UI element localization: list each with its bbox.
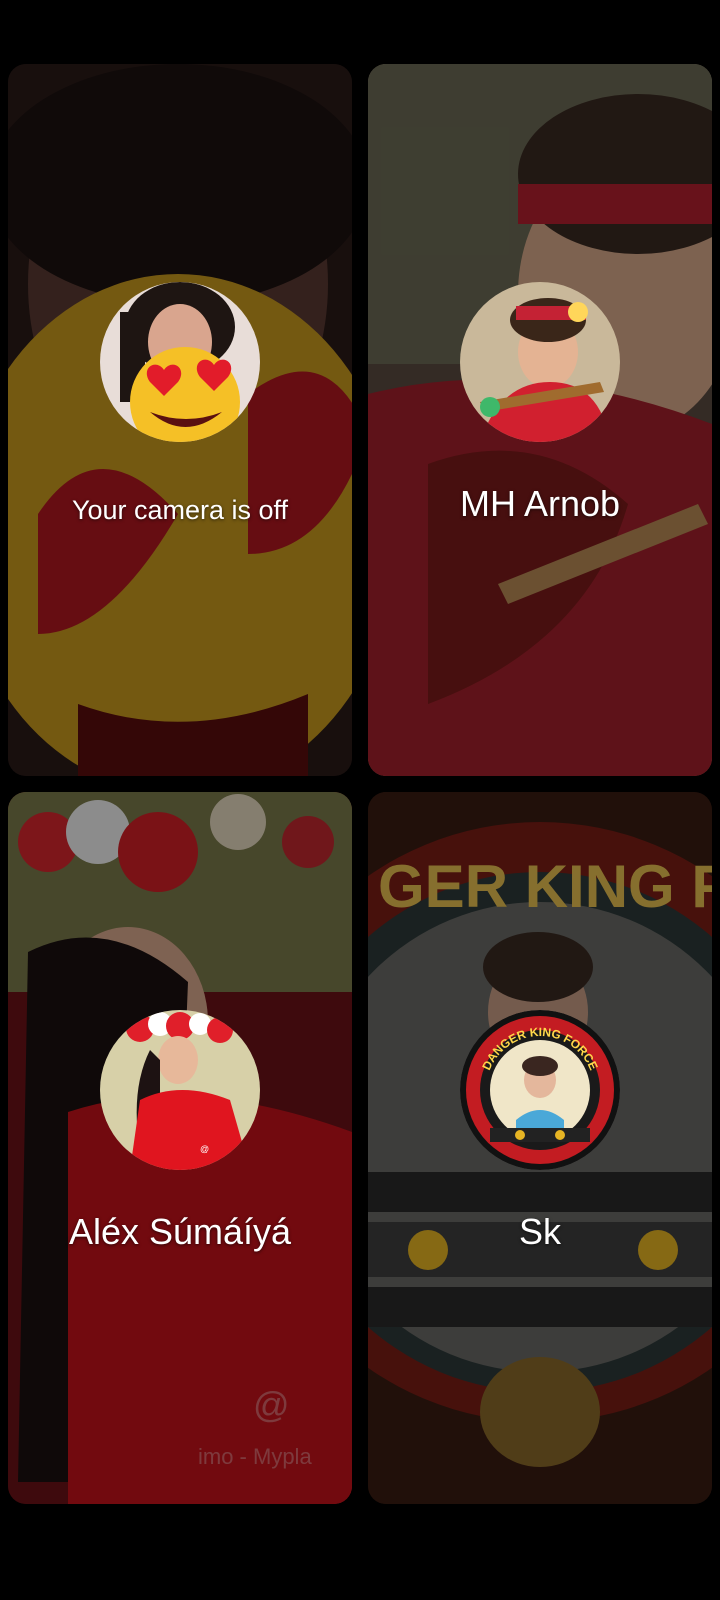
call-participant-grid: Your camera is off MH Arnob @ imo - Mypl… (8, 64, 712, 1504)
participant-tile-alex-sumaiya[interactable]: @ imo - Mypla @ Aléx Súmáíyá (8, 792, 352, 1504)
participant-tile-mh-arnob[interactable]: MH Arnob (368, 64, 712, 776)
self-avatar (100, 282, 260, 442)
participant-tile-sk[interactable]: GER KING FOR DANGER KING FORCE (368, 792, 712, 1504)
participant-name: MH Arnob (459, 483, 621, 524)
participant-avatar (460, 282, 620, 442)
avatar-watermark: @ (200, 1144, 209, 1154)
participant-name: Aléx Súmáíyá (68, 1211, 292, 1252)
participant-avatar: @ (100, 1010, 260, 1170)
heart-eyes-emoji-icon (100, 282, 260, 442)
participant-name: Sk (518, 1211, 561, 1252)
participant-tile-self[interactable]: Your camera is off (8, 64, 352, 776)
participant-name: Your camera is off (71, 495, 289, 525)
participant-avatar: DANGER KING FORCE (460, 1010, 620, 1170)
